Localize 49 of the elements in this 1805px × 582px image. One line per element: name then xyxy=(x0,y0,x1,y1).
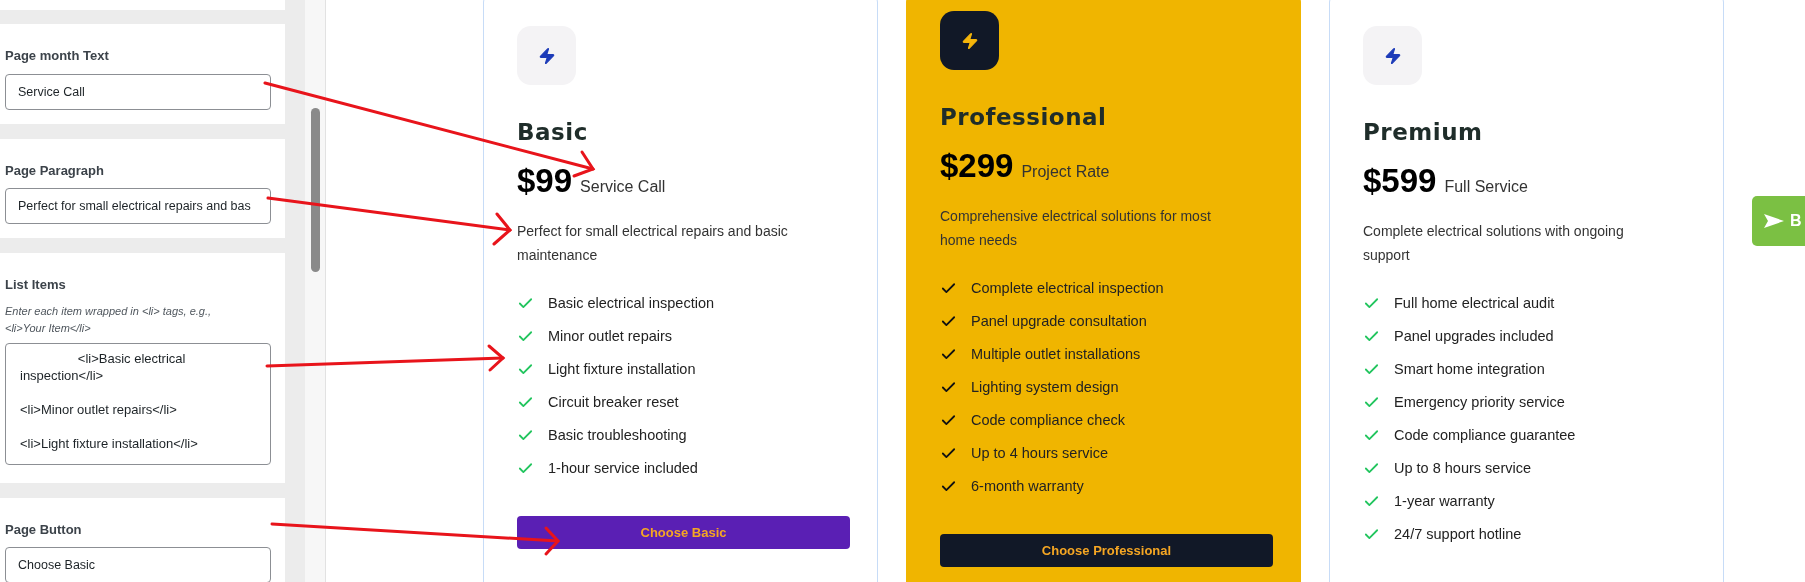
feature-text: Up to 8 hours service xyxy=(1394,458,1531,478)
plan-description: Complete electrical solutions with ongoing support xyxy=(1363,222,1625,265)
text-field[interactable]: Service Call xyxy=(5,73,271,110)
scrollbar-thumb[interactable] xyxy=(310,108,320,272)
feature-text: Code compliance check xyxy=(971,410,1125,430)
plan-title: Premium xyxy=(1363,118,1483,147)
plan-period: Project Rate xyxy=(1021,161,1110,182)
feature-text: Panel upgrade consultation xyxy=(971,311,1147,331)
field-label: Page month Text xyxy=(5,47,109,65)
feature-text: Circuit breaker reset xyxy=(548,392,679,412)
feature-text: Light fixture installation xyxy=(548,359,696,379)
field-label: Page Button xyxy=(5,520,82,539)
list-items-field[interactable]: <li>Basic electrical inspection</li> <li>Minor outlet repairs</li> <li>Light fixture installation</li> xyxy=(5,342,271,465)
plan-price: $599 xyxy=(1363,160,1437,201)
field-hint: Enter each item wrapped in <li> tags, e.g., <li>Your Item</li> xyxy=(5,303,213,336)
plan-period: Full Service xyxy=(1444,176,1528,197)
plan-description: Comprehensive electrical solutions for most home needs xyxy=(940,207,1212,250)
feature-text: Panel upgrades included xyxy=(1394,326,1554,346)
bolt-icon xyxy=(1363,26,1422,85)
feature-text: 1-year warranty xyxy=(1394,491,1495,511)
text-field[interactable]: Perfect for small electrical repairs and bas xyxy=(5,188,271,224)
choose-plan-button[interactable]: Choose Basic xyxy=(517,516,850,549)
feature-text: Lighting system design xyxy=(971,377,1119,397)
plan-price: $99 xyxy=(517,160,573,201)
plan-title: Professional xyxy=(940,103,1107,132)
feature-text: Emergency priority service xyxy=(1394,392,1565,412)
feature-text: Basic electrical inspection xyxy=(548,293,715,313)
feature-text: Smart home integration xyxy=(1394,359,1545,379)
plan-price: $299 xyxy=(940,145,1014,186)
feature-text: Full home electrical audit xyxy=(1394,293,1555,313)
feature-text: Multiple outlet installations xyxy=(971,344,1141,364)
feature-text: 24/7 support hotline xyxy=(1394,524,1522,544)
feature-text: 6-month warranty xyxy=(971,476,1084,496)
plan-title: Basic xyxy=(517,118,588,147)
plan-period: Service Call xyxy=(580,176,666,197)
feature-text: Up to 4 hours service xyxy=(971,443,1108,463)
plan-description: Perfect for small electrical repairs and basic maintenance xyxy=(517,222,789,265)
feature-text: Basic troubleshooting xyxy=(548,425,687,445)
field-label: List Items xyxy=(5,276,66,294)
feature-text: Code compliance guarantee xyxy=(1394,425,1576,445)
bolt-icon xyxy=(517,26,576,85)
feature-text: Complete electrical inspection xyxy=(971,278,1164,298)
bolt-icon xyxy=(940,11,999,70)
field-label: Page Paragraph xyxy=(5,161,104,180)
feature-text: Minor outlet repairs xyxy=(548,326,673,346)
send-icon xyxy=(1764,214,1784,228)
text-field[interactable]: Choose Basic xyxy=(5,547,271,582)
feature-text: 1-hour service included xyxy=(548,458,698,478)
choose-plan-button[interactable]: Choose Professional xyxy=(940,534,1273,567)
